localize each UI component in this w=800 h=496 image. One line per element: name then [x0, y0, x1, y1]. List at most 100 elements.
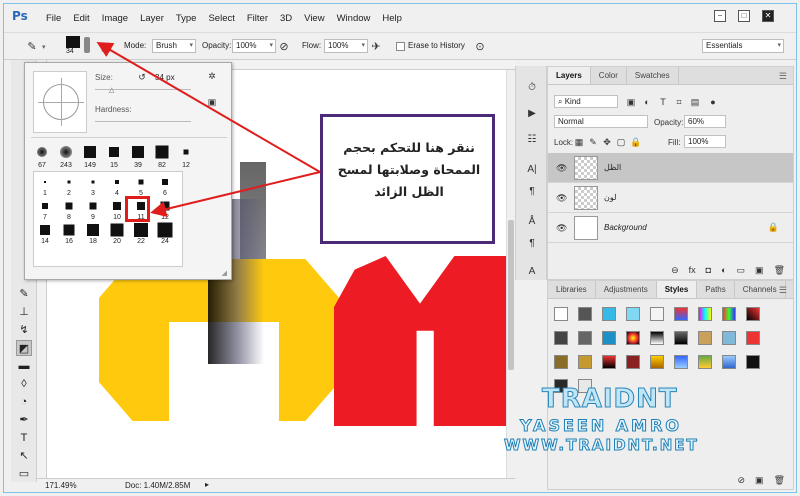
lock-position-icon[interactable]: ✥	[602, 137, 612, 147]
tab-layers[interactable]: Layers	[548, 67, 591, 84]
tab-paths[interactable]: Paths	[697, 281, 735, 298]
brush-grid-item[interactable]: 5	[130, 174, 152, 197]
filter-adjust-icon[interactable]: ◐	[642, 97, 652, 107]
character-icon[interactable]: A|	[524, 162, 540, 178]
style-swatch[interactable]	[626, 307, 640, 321]
layer-name[interactable]: Background	[604, 223, 647, 232]
brush-grid-item[interactable]: 3	[82, 174, 104, 197]
brush-tool-icon[interactable]: ✎	[16, 286, 32, 302]
shape-tool-icon[interactable]: ▭	[16, 466, 32, 482]
brush-picker-toggle[interactable]	[84, 37, 90, 53]
minimize-button[interactable]: −	[714, 10, 726, 22]
opacity-field[interactable]: 100%	[232, 39, 276, 53]
eraser-tool-icon[interactable]: ◩	[16, 340, 32, 356]
tab-adjustments[interactable]: Adjustments	[596, 281, 657, 298]
eraser-tool-icon[interactable]: ✎	[24, 39, 40, 55]
path-select-icon[interactable]: ↖	[16, 448, 32, 464]
menu-3d[interactable]: 3D	[280, 13, 292, 24]
style-swatch[interactable]	[578, 355, 592, 369]
brush-grid-item[interactable]: 9	[82, 198, 104, 221]
layer-effects-icon[interactable]: fx	[689, 265, 696, 275]
size-slider-handle[interactable]: △	[109, 86, 114, 94]
brush-grid-item[interactable]: 12	[154, 198, 176, 221]
brush-grid-item[interactable]: 8	[58, 198, 80, 221]
tab-libraries[interactable]: Libraries	[548, 281, 596, 298]
menu-layer[interactable]: Layer	[140, 13, 164, 24]
style-swatch[interactable]	[626, 355, 640, 369]
style-swatch-none[interactable]	[554, 307, 568, 321]
status-menu-icon[interactable]: ▸	[205, 480, 209, 489]
brush-grid-item[interactable]: 20	[106, 222, 128, 245]
stamp-tool-icon[interactable]: ⊥	[16, 304, 32, 320]
eye-icon[interactable]: 👁	[556, 223, 567, 234]
type-tool-icon[interactable]: T	[16, 430, 32, 446]
menu-filter[interactable]: Filter	[247, 13, 268, 24]
style-swatch[interactable]	[722, 355, 736, 369]
tab-styles[interactable]: Styles	[656, 281, 698, 298]
menu-help[interactable]: Help	[382, 13, 402, 24]
layer-row-shadow[interactable]: 👁 الظل	[548, 153, 793, 183]
pressure-size-icon[interactable]: ⊙	[472, 39, 488, 55]
brush-grid-item[interactable]: 18	[82, 222, 104, 245]
layer-name[interactable]: الظل	[604, 163, 621, 172]
paragraph-icon[interactable]: ¶	[524, 184, 540, 200]
menu-select[interactable]: Select	[208, 13, 234, 24]
blend-mode-select[interactable]: Normal	[554, 115, 648, 128]
menu-type[interactable]: Type	[176, 13, 197, 24]
blur-tool-icon[interactable]: ◊	[16, 376, 32, 392]
brush-grid-item[interactable]: 24	[154, 222, 176, 245]
actions-icon[interactable]: ▶	[524, 106, 540, 122]
dodge-tool-icon[interactable]: ◔	[16, 394, 32, 410]
style-swatch[interactable]	[746, 307, 760, 321]
brush-angle-preview[interactable]	[33, 71, 87, 133]
lock-pixels-icon[interactable]: ✎	[588, 137, 598, 147]
new-layer-icon[interactable]: ▣	[755, 265, 764, 276]
link-layers-icon[interactable]: ⊖	[671, 265, 679, 276]
style-swatch[interactable]	[674, 331, 688, 345]
filter-type-icon[interactable]: T	[658, 97, 668, 107]
brush-panel-icon[interactable]: ▦	[98, 39, 114, 55]
glyphs-icon[interactable]: A	[524, 264, 540, 280]
trash-icon[interactable]: 🗑	[774, 265, 785, 276]
close-button[interactable]: ✕	[762, 10, 774, 22]
trash-icon[interactable]: 🗑	[774, 475, 785, 486]
tab-swatches[interactable]: Swatches	[627, 67, 679, 84]
brush-preset-swatch[interactable]	[66, 36, 80, 48]
new-preset-icon[interactable]: ▣	[207, 97, 217, 107]
style-swatch[interactable]	[554, 331, 568, 345]
brush-grid-item[interactable]: 1	[34, 174, 56, 197]
mode-select[interactable]: Brush	[152, 39, 196, 53]
style-swatch[interactable]	[674, 307, 688, 321]
properties-icon[interactable]: ☷	[524, 132, 540, 148]
style-swatch[interactable]	[602, 355, 616, 369]
adjustment-layer-icon[interactable]: ◐	[721, 265, 726, 275]
filter-shape-icon[interactable]: ⌗	[674, 97, 684, 107]
flow-field[interactable]: 100%	[324, 39, 368, 53]
picker-settings-gear-icon[interactable]: ✲	[207, 71, 217, 81]
style-swatch[interactable]	[698, 307, 712, 321]
new-style-icon[interactable]: ▣	[755, 475, 764, 486]
style-swatch[interactable]	[650, 331, 664, 345]
style-swatch[interactable]	[746, 355, 760, 369]
preset-brush-15[interactable]: 15	[103, 143, 125, 169]
layer-row-background[interactable]: 👁 Background 🔒	[548, 213, 793, 243]
menu-image[interactable]: Image	[102, 13, 128, 24]
menu-view[interactable]: View	[304, 13, 324, 24]
brush-grid-item[interactable]: 7	[34, 198, 56, 221]
filter-smart-icon[interactable]: ▤	[690, 97, 700, 107]
menu-edit[interactable]: Edit	[73, 13, 89, 24]
style-swatch[interactable]	[650, 355, 664, 369]
style-swatch[interactable]	[554, 355, 568, 369]
style-swatch[interactable]	[722, 307, 736, 321]
style-swatch[interactable]	[650, 307, 664, 321]
style-swatch[interactable]	[602, 307, 616, 321]
history-icon[interactable]: ⏱	[524, 80, 540, 96]
preset-brush-67[interactable]: 67	[31, 143, 53, 169]
preset-brush-12[interactable]: 12	[175, 143, 197, 169]
workspace-select[interactable]: Essentials	[702, 39, 784, 53]
size-value[interactable]: 34 px	[155, 73, 175, 82]
brush-grid-item[interactable]: 6	[154, 174, 176, 197]
style-swatch[interactable]	[578, 307, 592, 321]
maximize-button[interactable]: □	[738, 10, 750, 22]
layer-row-color[interactable]: 👁 لون	[548, 183, 793, 213]
